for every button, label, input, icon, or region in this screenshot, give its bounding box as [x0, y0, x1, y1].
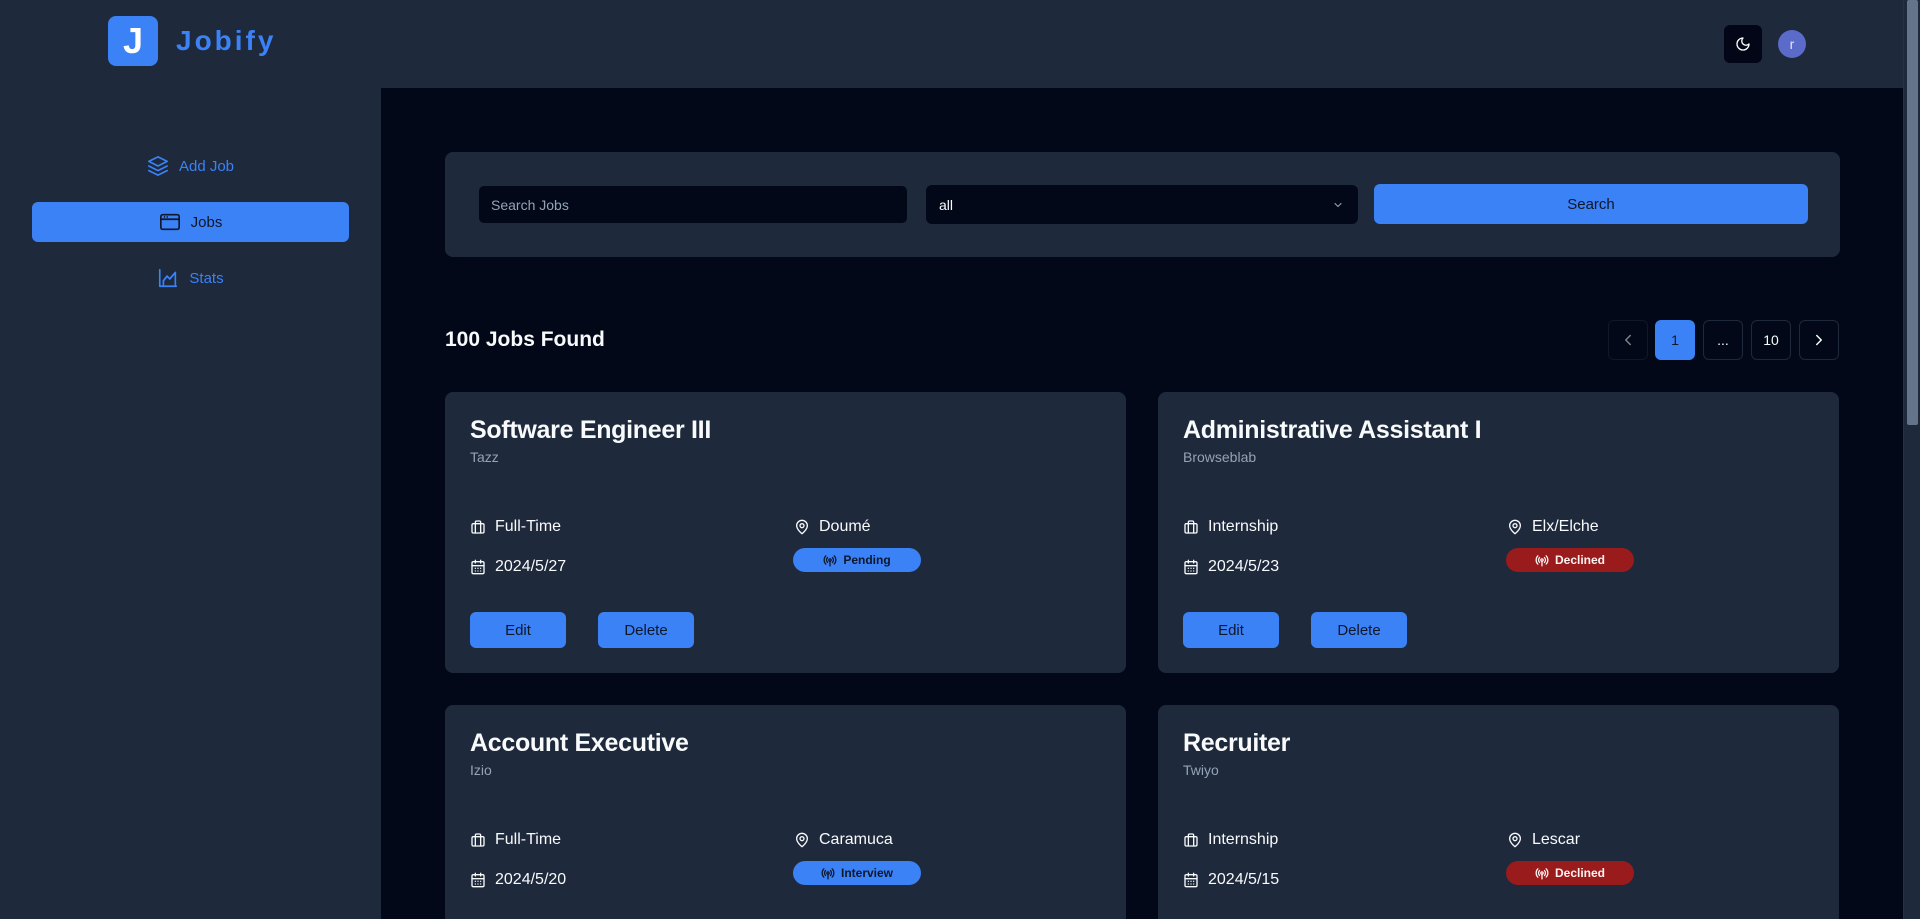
pagination-prev-button[interactable]: [1608, 320, 1648, 360]
pagination-ellipsis: ...: [1703, 320, 1743, 360]
theme-toggle-button[interactable]: [1724, 25, 1762, 63]
status-select-value: all: [939, 196, 954, 213]
search-button[interactable]: Search: [1374, 184, 1808, 224]
job-type: Full-Time: [470, 518, 561, 536]
scrollbar-thumb[interactable]: [1907, 0, 1918, 425]
job-date-label: 2024/5/23: [1208, 558, 1280, 575]
job-card: Software Engineer III Tazz Full-Time Dou…: [445, 392, 1126, 673]
status-badge: Declined: [1506, 861, 1634, 885]
job-date: 2024/5/20: [470, 871, 566, 889]
briefcase-icon: [470, 519, 486, 535]
job-type: Internship: [1183, 831, 1278, 849]
job-type: Full-Time: [470, 831, 561, 849]
delete-button[interactable]: Delete: [598, 612, 694, 648]
search-input[interactable]: [478, 185, 908, 224]
calendar-icon: [1183, 872, 1199, 888]
sidebar-item-label: Jobs: [190, 213, 223, 231]
logo[interactable]: J Jobify: [108, 16, 276, 66]
logo-mark: J: [108, 16, 158, 66]
job-location: Doumé: [794, 518, 871, 536]
calendar-icon: [470, 559, 486, 575]
map-pin-icon: [1507, 519, 1523, 535]
job-location: Caramuca: [794, 831, 893, 849]
chevron-right-icon: [1810, 331, 1828, 349]
pagination-page-current[interactable]: 1: [1655, 320, 1695, 360]
map-pin-icon: [794, 519, 810, 535]
radio-signal-icon: [823, 553, 837, 567]
status-badge-label: Declined: [1554, 866, 1605, 880]
briefcase-icon: [1183, 519, 1199, 535]
radio-signal-icon: [1535, 866, 1549, 880]
layers-icon: [147, 155, 169, 177]
job-title: Software Engineer III: [470, 416, 711, 444]
top-navbar: J Jobify r: [0, 0, 1903, 88]
job-type: Internship: [1183, 518, 1278, 536]
search-form: all Search: [445, 152, 1840, 257]
edit-button[interactable]: Edit: [1183, 612, 1279, 648]
job-type-label: Full-Time: [495, 831, 562, 848]
job-location-label: Elx/Elche: [1532, 518, 1599, 535]
job-location-label: Lescar: [1532, 831, 1581, 848]
job-title: Recruiter: [1183, 729, 1291, 757]
job-location: Elx/Elche: [1507, 518, 1599, 536]
calendar-icon: [1183, 559, 1199, 575]
map-pin-icon: [794, 832, 810, 848]
job-location-label: Doumé: [819, 518, 871, 535]
sidebar: Add Job Jobs Stats: [0, 88, 381, 919]
job-date: 2024/5/27: [470, 558, 566, 576]
main-content: all Search 100 Jobs Found 1 ... 10 Softw…: [381, 88, 1903, 919]
status-badge-label: Declined: [1554, 553, 1605, 567]
sidebar-item-label: Add Job: [178, 157, 235, 175]
job-type-label: Full-Time: [495, 518, 562, 535]
pagination-page-last[interactable]: 10: [1751, 320, 1791, 360]
jobs-found-heading: 100 Jobs Found: [445, 328, 605, 351]
job-card: Recruiter Twiyo Internship Lescar 2024/5…: [1158, 705, 1839, 919]
chevron-down-icon: [1332, 198, 1344, 214]
job-location: Lescar: [1507, 831, 1580, 849]
briefcase-icon: [1183, 832, 1199, 848]
browser-window-icon: [159, 211, 181, 233]
calendar-icon: [470, 872, 486, 888]
sidebar-item-add-job[interactable]: Add Job: [32, 146, 349, 186]
job-type-label: Internship: [1208, 831, 1279, 848]
status-badge: Pending: [793, 548, 921, 572]
map-pin-icon: [1507, 832, 1523, 848]
sidebar-item-jobs[interactable]: Jobs: [32, 202, 349, 242]
job-date-label: 2024/5/15: [1208, 871, 1280, 888]
user-avatar[interactable]: r: [1778, 30, 1806, 58]
pagination-next-button[interactable]: [1799, 320, 1839, 360]
status-badge-label: Interview: [840, 866, 894, 880]
job-card: Account Executive Izio Full-Time Caramuc…: [445, 705, 1126, 919]
job-date-label: 2024/5/27: [495, 558, 567, 575]
job-card: Administrative Assistant I Browseblab In…: [1158, 392, 1839, 673]
job-company: Twiyo: [1183, 762, 1219, 778]
job-date: 2024/5/23: [1183, 558, 1279, 576]
status-badge: Declined: [1506, 548, 1634, 572]
job-company: Tazz: [470, 449, 499, 465]
job-company: Browseblab: [1183, 449, 1257, 465]
page-scrollbar[interactable]: [1903, 0, 1920, 919]
job-location-label: Caramuca: [819, 831, 893, 848]
sidebar-item-label: Stats: [189, 269, 224, 287]
radio-signal-icon: [1535, 553, 1549, 567]
job-company: Izio: [470, 762, 492, 778]
delete-button[interactable]: Delete: [1311, 612, 1407, 648]
job-title: Account Executive: [470, 729, 689, 757]
status-badge-label: Pending: [843, 553, 891, 567]
radio-signal-icon: [821, 866, 835, 880]
status-badge: Interview: [793, 861, 921, 885]
job-title: Administrative Assistant I: [1183, 416, 1482, 444]
job-type-label: Internship: [1208, 518, 1279, 535]
moon-icon: [1735, 36, 1751, 52]
briefcase-icon: [470, 832, 486, 848]
sidebar-item-stats[interactable]: Stats: [32, 258, 349, 298]
job-date: 2024/5/15: [1183, 871, 1279, 889]
area-chart-icon: [157, 267, 179, 289]
app-name: Jobify: [176, 25, 277, 56]
job-date-label: 2024/5/20: [495, 871, 567, 888]
chevron-left-icon: [1619, 331, 1637, 349]
status-select[interactable]: all: [926, 185, 1358, 224]
edit-button[interactable]: Edit: [470, 612, 566, 648]
